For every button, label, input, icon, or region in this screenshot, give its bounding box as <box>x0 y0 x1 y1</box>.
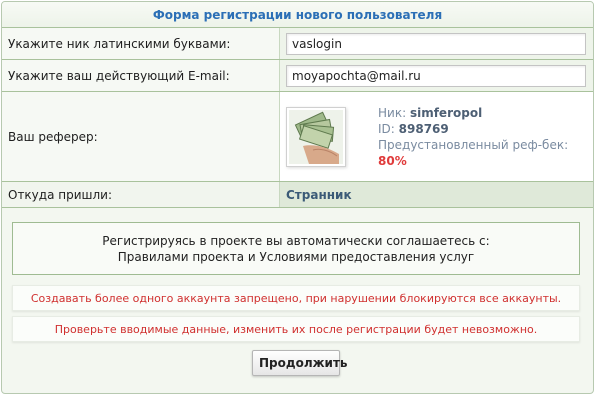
warning-check-data: Проверьте вводимые данные, изменить их п… <box>12 316 580 342</box>
source-label: Откуда пришли: <box>2 182 280 207</box>
agreement-line1: Регистрируясь в проекте вы автоматически… <box>102 234 490 248</box>
source-row: Откуда пришли: Странник <box>2 182 593 208</box>
nick-row: Укажите ник латинскими буквами: <box>2 28 593 60</box>
referrer-label: Ваш реферер: <box>2 92 280 181</box>
money-hand-icon <box>286 106 346 167</box>
email-row: Укажите ваш действующий E-mail: <box>2 60 593 92</box>
referrer-info: Ник: simferopol ID: 898769 Предустановле… <box>378 105 569 168</box>
email-input[interactable] <box>286 64 586 87</box>
source-value: Странник <box>280 182 593 207</box>
email-label: Укажите ваш действующий E-mail: <box>2 60 280 91</box>
nick-input[interactable] <box>286 32 586 55</box>
warning-multi-account: Создавать более одного аккаунта запрещен… <box>12 285 580 311</box>
form-title: Форма регистрации нового пользователя <box>2 2 593 28</box>
referrer-id: 898769 <box>398 121 449 136</box>
referrer-row: Ваш реферер: Ник: simferopol ID: 898769 … <box>2 92 593 182</box>
referrer-nick: simferopol <box>409 105 483 120</box>
continue-button[interactable]: Продолжить <box>252 350 348 376</box>
agreement-notice: Регистрируясь в проекте вы автоматически… <box>12 222 580 275</box>
agreement-line2: Правилами проекта и Условиями предоставл… <box>117 250 475 264</box>
referrer-refback: 80% <box>378 153 407 168</box>
nick-label: Укажите ник латинскими буквами: <box>2 28 280 59</box>
